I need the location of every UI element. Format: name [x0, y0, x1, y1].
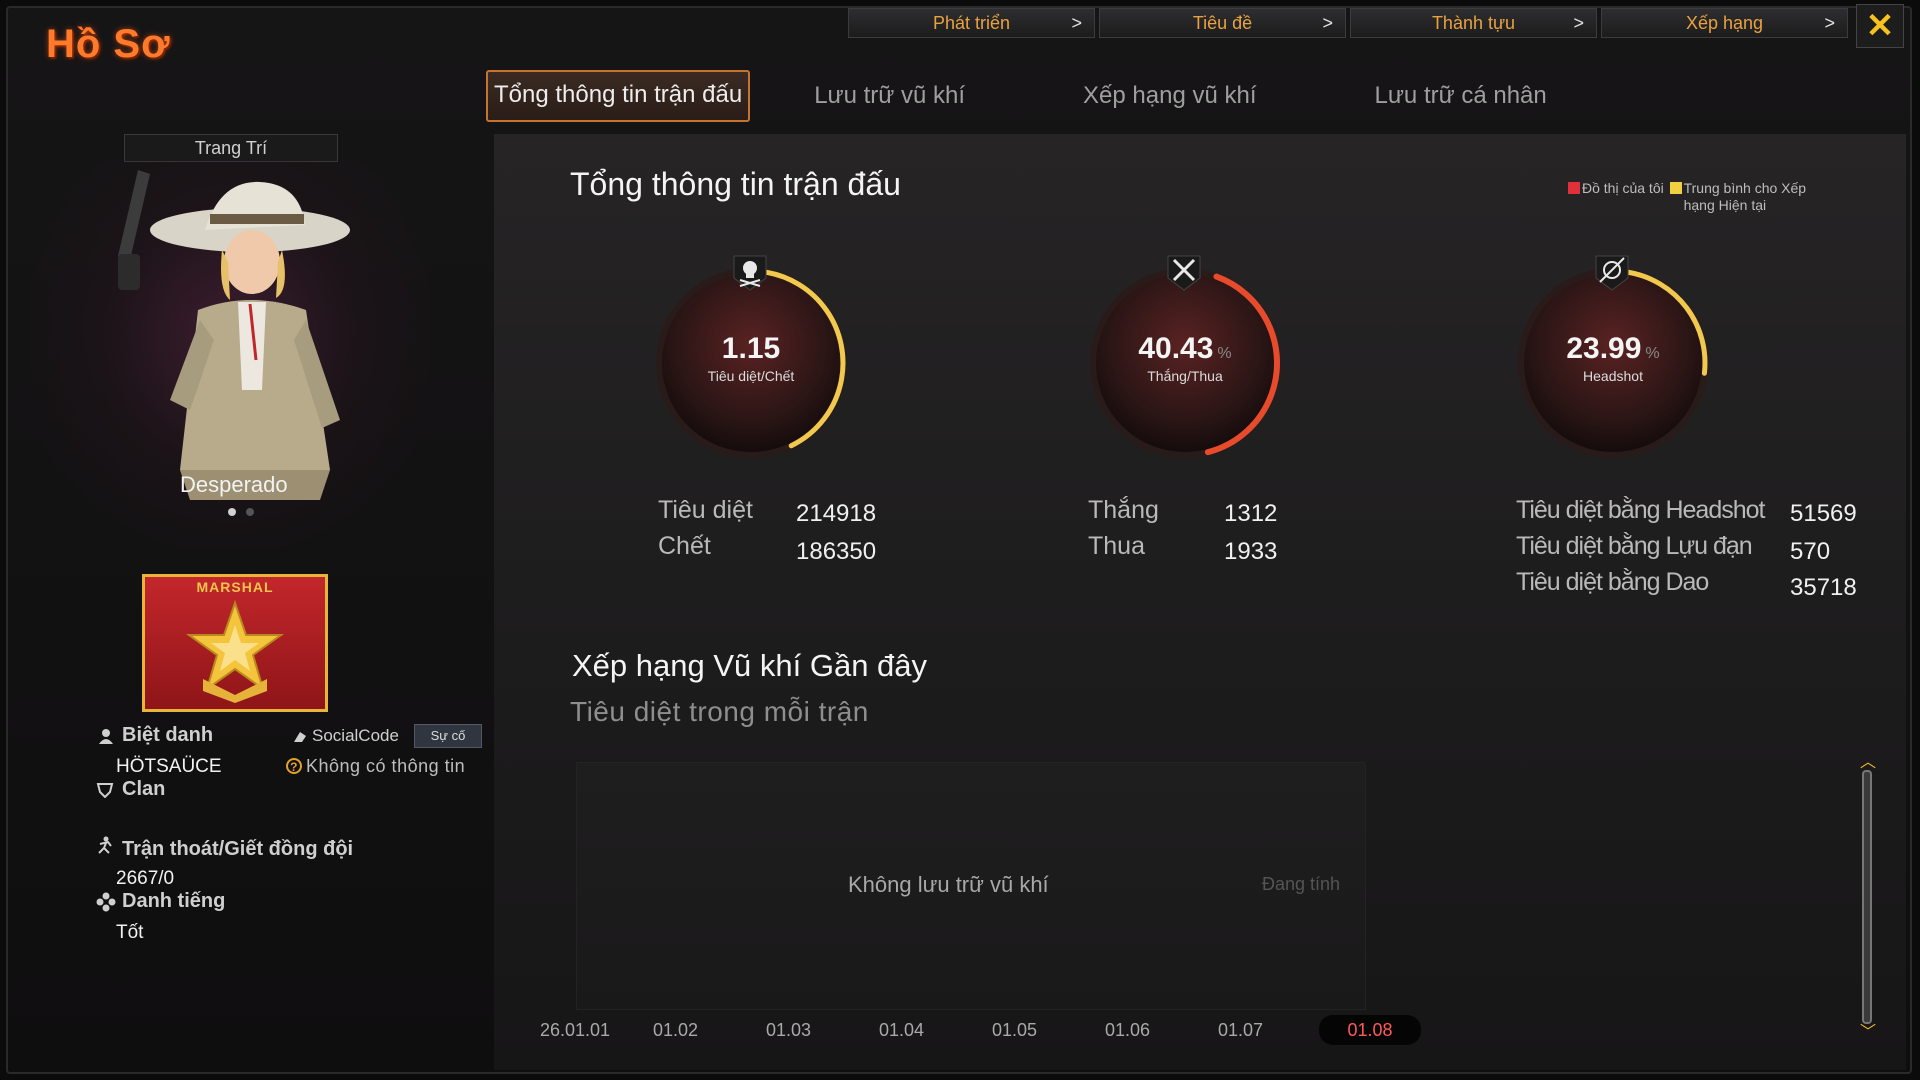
character-portrait [118, 170, 350, 500]
legend-mine: Đồ thị của tôi [1582, 180, 1664, 196]
nav-ranking-button[interactable]: Xếp hạng > [1601, 8, 1848, 38]
socialcode-text: Không có thông tin [306, 756, 466, 776]
grenade-kills-label: Tiêu diệt bằng Lựu đạn [1516, 532, 1753, 560]
chevron-right-icon: > [1071, 13, 1082, 33]
flower-icon [96, 892, 116, 912]
nav-label: Tiêu đề [1192, 13, 1253, 33]
headshot-gauge-center: 23.99% Headshot [1508, 332, 1718, 384]
headshot-label: Headshot [1583, 368, 1643, 384]
recent-weapon-subheading: Tiêu diệt trong mỗi trận [570, 696, 869, 727]
running-man-icon [98, 836, 112, 854]
scroll-up-icon[interactable]: ︿ [1856, 755, 1880, 771]
nav-achievement-button[interactable]: Thành tựu > [1350, 8, 1597, 38]
nickname-label: Biệt danh [122, 724, 214, 746]
date-tick[interactable]: 01.02 [653, 1020, 766, 1045]
headshot-kills-label: Tiêu diệt bằng Headshot [1516, 496, 1765, 524]
headshot-kills-value: 51569 [1790, 500, 1857, 527]
close-button[interactable]: ✕ [1856, 4, 1904, 48]
chevron-right-icon: > [1322, 13, 1333, 33]
empty-weapon-text: Không lưu trữ vũ khí [848, 872, 1049, 897]
knife-kills-value: 35718 [1790, 574, 1857, 601]
legend-swatch-mine [1568, 182, 1580, 194]
headshot-icon [1595, 255, 1629, 291]
winloss-unit: % [1217, 345, 1232, 362]
nickname-value: HÖTSAÜCE [116, 756, 222, 777]
reputation-value: Tốt [116, 922, 144, 943]
legend-swatch-average [1669, 182, 1682, 194]
tab-personal-archive[interactable]: Lưu trữ cá nhân [1361, 70, 1561, 122]
kd-ratio-value: 1.15 [721, 332, 781, 365]
character-name: Desperado [180, 472, 288, 497]
carousel-dot[interactable] [228, 508, 236, 516]
deaths-label: Chết [658, 532, 711, 560]
socialcode-label: SocialCode [312, 726, 399, 745]
user-icon [99, 729, 113, 744]
deaths-value: 186350 [796, 538, 877, 565]
date-tick[interactable]: 01.07 [1218, 1020, 1331, 1045]
headshot-unit: % [1645, 345, 1660, 362]
date-tick[interactable]: 26.01.01 [540, 1020, 653, 1045]
headshot-value: 23.99 [1566, 332, 1642, 365]
tab-weapon-ranking[interactable]: Xếp hạng vũ khí [1069, 70, 1270, 122]
page-title: Hồ Sơ [46, 22, 171, 66]
knife-kills-label: Tiêu diệt bằng Dao [1516, 568, 1709, 596]
nav-title-button[interactable]: Tiêu đề > [1099, 8, 1346, 38]
losses-value: 1933 [1224, 538, 1278, 565]
carousel-dots [228, 508, 254, 516]
kills-value: 214918 [796, 500, 877, 527]
chevron-right-icon: > [1824, 13, 1835, 33]
question-icon: ? [286, 758, 302, 774]
social-code-icon [294, 732, 306, 742]
recent-weapon-heading: Xếp hạng Vũ khí Gần đây [572, 648, 928, 683]
date-tick[interactable]: 01.03 [766, 1020, 879, 1045]
vertical-scrollbar[interactable] [1862, 770, 1872, 1024]
scroll-down-icon[interactable]: ﹀ [1856, 1025, 1880, 1041]
date-tick[interactable]: 01.04 [879, 1020, 992, 1045]
top-nav: Phát triển > Tiêu đề > Thành tựu > Xếp h… [848, 8, 1848, 38]
winloss-gauge-center: 40.43% Thắng/Thua [1080, 332, 1290, 384]
report-button[interactable]: Sự cố [414, 724, 482, 748]
nav-label: Xếp hạng [1685, 13, 1764, 33]
socialcode-value: ? Không có thông tin [286, 756, 465, 777]
date-tick[interactable]: 01.05 [992, 1020, 1105, 1045]
kills-label: Tiêu diệt [658, 496, 753, 524]
winloss-label: Thắng/Thua [1147, 368, 1223, 384]
nav-label: Thành tựu [1431, 13, 1516, 33]
kd-ratio-label: Tiêu diệt/Chết [707, 368, 795, 384]
nav-label: Phát triển [932, 13, 1011, 33]
winloss-value: 40.43 [1138, 332, 1214, 365]
tab-weapon-archive[interactable]: Lưu trữ vũ khí [800, 70, 979, 122]
decorate-button[interactable]: Trang Trí [124, 134, 338, 162]
clan-label: Clan [122, 778, 166, 800]
calculating-text: Đang tính [1262, 874, 1341, 894]
tab-bar: Tổng thông tin trận đấu Lưu trữ vũ khí X… [486, 70, 1561, 122]
wins-value: 1312 [1224, 500, 1278, 527]
grenade-kills-value: 570 [1790, 538, 1831, 565]
wins-label: Thắng [1088, 496, 1159, 524]
section-heading: Tổng thông tin trận đấu [570, 166, 901, 202]
rank-label: MARSHAL [196, 579, 274, 595]
nav-development-button[interactable]: Phát triển > [848, 8, 1095, 38]
date-tick-active[interactable]: 01.08 [1319, 1015, 1421, 1045]
star-emblem-icon [185, 599, 285, 703]
escape-teamkill-label: Trận thoát/Giết đồng đội [122, 838, 354, 860]
kd-gauge-center: 1.15 Tiêu diệt/Chết [646, 332, 856, 384]
rank-badge: MARSHAL [142, 574, 328, 712]
reputation-label: Danh tiếng [122, 890, 226, 912]
chart-legend: Đồ thị của tôi Trung bình cho Xếp hạng H… [1568, 180, 1834, 214]
date-axis: 26.01.01 01.02 01.03 01.04 01.05 01.06 0… [540, 1015, 1421, 1045]
losses-label: Thua [1088, 532, 1145, 560]
clan-shield-icon [96, 783, 114, 798]
tab-match-summary[interactable]: Tổng thông tin trận đấu [486, 70, 751, 122]
date-tick[interactable]: 01.06 [1105, 1020, 1218, 1045]
legend-average: Trung bình cho Xếp hạng Hiện tại [1683, 180, 1807, 213]
crossed-swords-icon [1167, 255, 1201, 291]
escape-teamkill-value: 2667/0 [116, 868, 175, 889]
chevron-right-icon: > [1573, 13, 1584, 33]
carousel-dot[interactable] [246, 508, 254, 516]
skull-icon [733, 255, 767, 291]
